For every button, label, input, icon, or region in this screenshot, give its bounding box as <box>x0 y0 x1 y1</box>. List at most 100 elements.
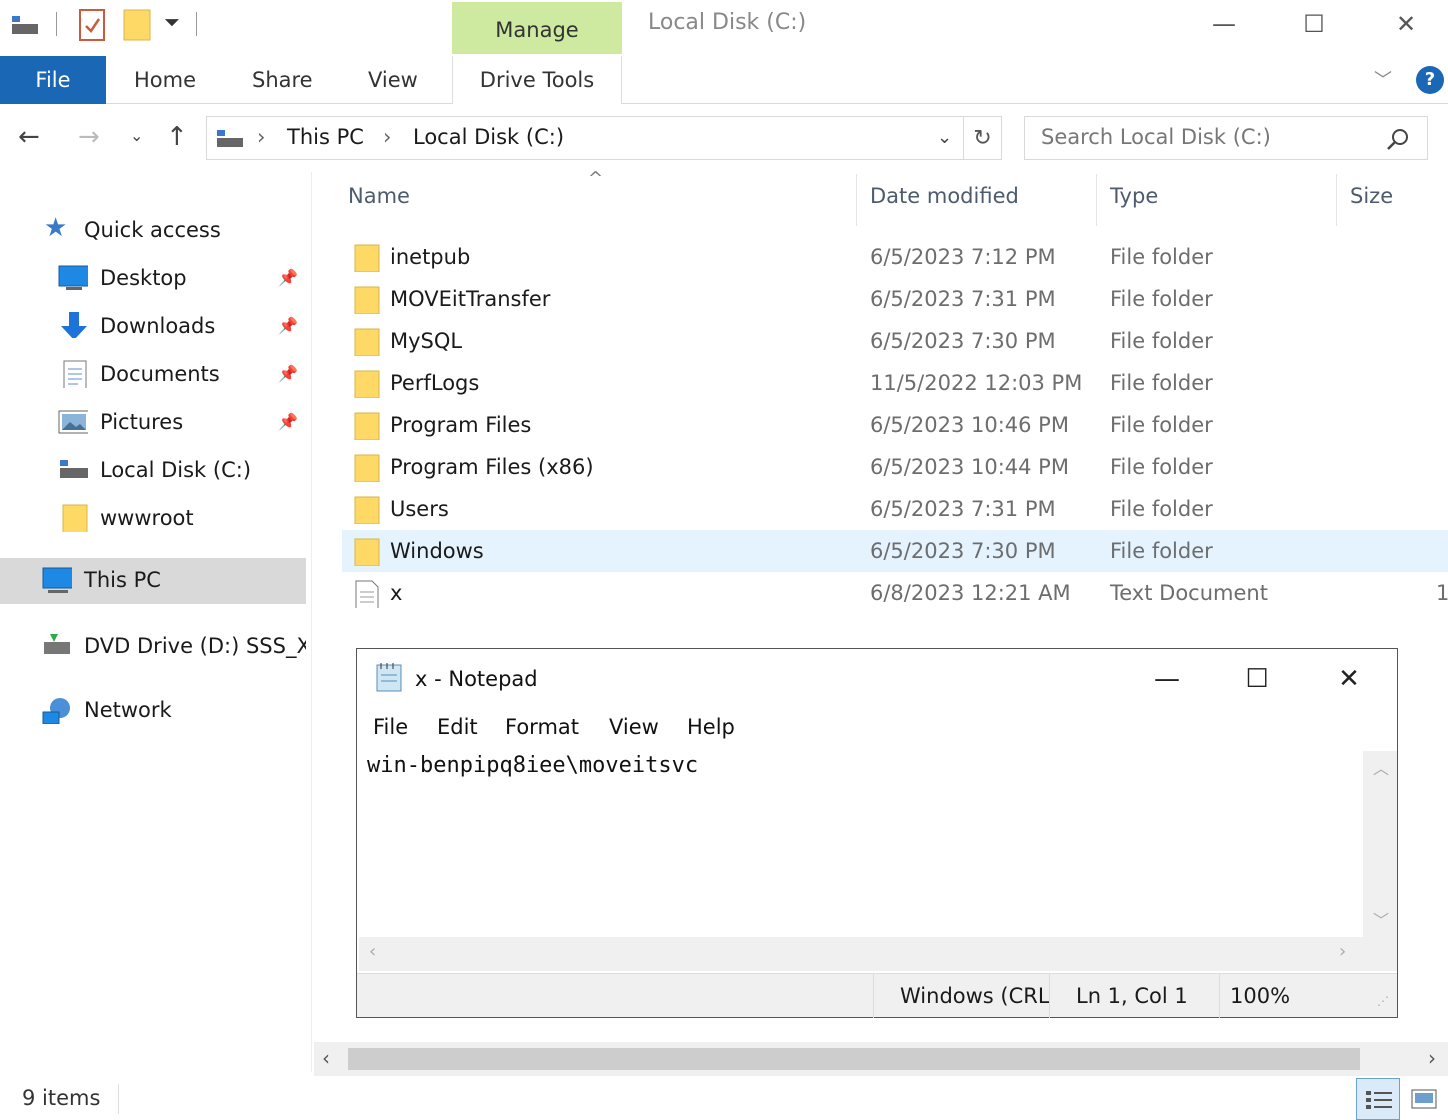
column-header-date[interactable]: Date modified <box>870 184 1019 208</box>
table-row[interactable]: Program Files 6/5/2023 10:46 PM File fol… <box>342 404 1448 446</box>
nav-network[interactable]: Network <box>42 688 306 732</box>
search-placeholder: Search Local Disk (C:) <box>1041 125 1271 149</box>
folder-icon <box>354 370 380 398</box>
resize-grip-icon[interactable]: ⋰ <box>1377 994 1389 1008</box>
scroll-right-icon[interactable]: › <box>1339 941 1346 962</box>
help-icon[interactable]: ? <box>1416 66 1444 94</box>
nav-downloads[interactable]: Downloads 📌 <box>58 304 308 348</box>
nav-pictures[interactable]: Pictures 📌 <box>58 400 308 444</box>
scroll-left-icon[interactable]: ‹ <box>369 941 376 962</box>
breadcrumb-local-disk[interactable]: Local Disk (C:) <box>413 125 564 149</box>
nav-this-pc[interactable]: This PC <box>0 558 306 604</box>
notepad-maximize-button[interactable]: ☐ <box>1227 659 1287 699</box>
folder-icon <box>354 538 380 566</box>
desktop-icon <box>58 265 88 290</box>
details-view-button[interactable] <box>1356 1078 1400 1120</box>
nav-wwwroot[interactable]: wwwroot <box>58 496 308 540</box>
documents-icon <box>63 360 87 388</box>
file-date: 6/5/2023 7:31 PM <box>870 287 1056 311</box>
vertical-scrollbar[interactable]: ︿ ﹀ <box>1363 751 1397 937</box>
pin-icon[interactable]: 📌 <box>278 352 298 396</box>
notepad-window[interactable]: x - Notepad — ☐ ✕ File Edit Format View … <box>356 648 1398 1018</box>
file-type: File folder <box>1110 413 1213 437</box>
menu-view[interactable]: View <box>609 715 659 739</box>
column-separator[interactable] <box>1336 174 1337 226</box>
column-header-type[interactable]: Type <box>1110 184 1158 208</box>
nav-label: Network <box>84 698 172 722</box>
file-date: 6/5/2023 10:44 PM <box>870 455 1069 479</box>
up-arrow-icon[interactable]: ↑ <box>166 122 188 152</box>
file-type: File folder <box>1110 539 1213 563</box>
pin-icon[interactable]: 📌 <box>278 256 298 300</box>
column-header-size[interactable]: Size <box>1350 184 1393 208</box>
expand-ribbon-icon[interactable]: ﹀ <box>1374 66 1392 92</box>
notepad-minimize-button[interactable]: — <box>1137 659 1197 699</box>
search-input[interactable]: Search Local Disk (C:) <box>1024 116 1428 160</box>
separator <box>56 12 57 36</box>
table-row[interactable]: MySQL 6/5/2023 7:30 PM File folder <box>342 320 1448 362</box>
new-folder-icon[interactable] <box>122 8 152 42</box>
separator <box>196 12 197 36</box>
breadcrumb-this-pc[interactable]: This PC <box>287 125 364 149</box>
nav-desktop[interactable]: Desktop 📌 <box>58 256 308 300</box>
menu-edit[interactable]: Edit <box>437 715 478 739</box>
horizontal-scrollbar[interactable]: ‹ › <box>359 937 1397 971</box>
nav-local-disk[interactable]: Local Disk (C:) <box>58 448 308 492</box>
notepad-status-bar: Windows (CRLF) Ln 1, Col 1 100% ⋰ <box>357 973 1397 1018</box>
table-row[interactable]: Users 6/5/2023 7:31 PM File folder <box>342 488 1448 530</box>
scroll-right-icon[interactable]: › <box>1428 1046 1436 1070</box>
table-row[interactable]: PerfLogs 11/5/2022 12:03 PM File folder <box>342 362 1448 404</box>
tab-drive-tools[interactable]: Drive Tools <box>452 56 622 104</box>
pin-icon[interactable]: 📌 <box>278 400 298 444</box>
nav-quick-access[interactable]: ★ Quick access <box>44 208 304 252</box>
customize-quick-access-icon[interactable]: ⏷ <box>164 10 180 34</box>
file-date: 11/5/2022 12:03 PM <box>870 371 1083 395</box>
tab-file[interactable]: File <box>0 56 106 104</box>
large-icons-view-button[interactable] <box>1402 1078 1446 1120</box>
notepad-close-button[interactable]: ✕ <box>1319 659 1379 699</box>
minimize-button[interactable]: — <box>1194 6 1254 42</box>
table-row[interactable]: x 6/8/2023 12:21 AM Text Document 1 <box>342 572 1448 614</box>
scrollbar-thumb[interactable] <box>348 1048 1360 1070</box>
nav-label: This PC <box>84 568 161 592</box>
forward-arrow-icon[interactable]: → <box>78 122 100 152</box>
close-button[interactable]: ✕ <box>1376 6 1436 42</box>
address-dropdown-icon[interactable]: ⌄ <box>937 127 952 148</box>
scroll-up-icon[interactable]: ︿ <box>1373 755 1389 779</box>
properties-icon[interactable] <box>78 8 106 42</box>
maximize-button[interactable]: ☐ <box>1284 6 1344 42</box>
manage-tab[interactable]: Manage <box>452 2 622 54</box>
back-arrow-icon[interactable]: ← <box>18 122 40 152</box>
menu-help[interactable]: Help <box>687 715 735 739</box>
tab-view[interactable]: View <box>368 56 418 104</box>
scroll-down-icon[interactable]: ﹀ <box>1373 907 1389 931</box>
menu-format[interactable]: Format <box>505 715 579 739</box>
horizontal-scrollbar[interactable]: ‹ › <box>314 1042 1448 1076</box>
navigation-pane: ★ Quick access Desktop 📌 Downloads 📌 Doc… <box>0 172 312 1072</box>
scroll-left-icon[interactable]: ‹ <box>322 1046 330 1070</box>
item-count: 9 items <box>22 1086 101 1110</box>
address-bar[interactable]: › This PC › Local Disk (C:) ⌄ <box>206 116 964 160</box>
search-icon[interactable] <box>1385 127 1411 153</box>
refresh-icon[interactable]: ↻ <box>964 116 1002 160</box>
column-header-name[interactable]: Name <box>348 184 410 208</box>
table-row[interactable]: MOVEitTransfer 6/5/2023 7:31 PM File fol… <box>342 278 1448 320</box>
table-row[interactable]: Program Files (x86) 6/5/2023 10:44 PM Fi… <box>342 446 1448 488</box>
star-icon: ★ <box>44 213 68 243</box>
tab-home[interactable]: Home <box>134 56 196 104</box>
drive-icon[interactable] <box>10 12 40 38</box>
table-row[interactable]: Windows 6/5/2023 7:30 PM File folder <box>342 530 1448 572</box>
ribbon-tabs: File Home Share View Drive Tools ﹀ ? <box>0 54 1448 104</box>
nav-label: Pictures <box>100 410 184 434</box>
breadcrumb-separator: › <box>257 125 266 149</box>
pin-icon[interactable]: 📌 <box>278 304 298 348</box>
recent-locations-icon[interactable]: ⌄ <box>130 126 143 145</box>
column-separator[interactable] <box>856 174 857 226</box>
nav-dvd-drive[interactable]: DVD Drive (D:) SSS_X6 <box>42 624 306 668</box>
nav-documents[interactable]: Documents 📌 <box>58 352 308 396</box>
table-row[interactable]: inetpub 6/5/2023 7:12 PM File folder <box>342 236 1448 278</box>
menu-file[interactable]: File <box>373 715 408 739</box>
column-separator[interactable] <box>1096 174 1097 226</box>
tab-share[interactable]: Share <box>252 56 313 104</box>
notepad-text-area[interactable]: win-benpipq8iee\moveitsvc <box>367 753 1363 939</box>
